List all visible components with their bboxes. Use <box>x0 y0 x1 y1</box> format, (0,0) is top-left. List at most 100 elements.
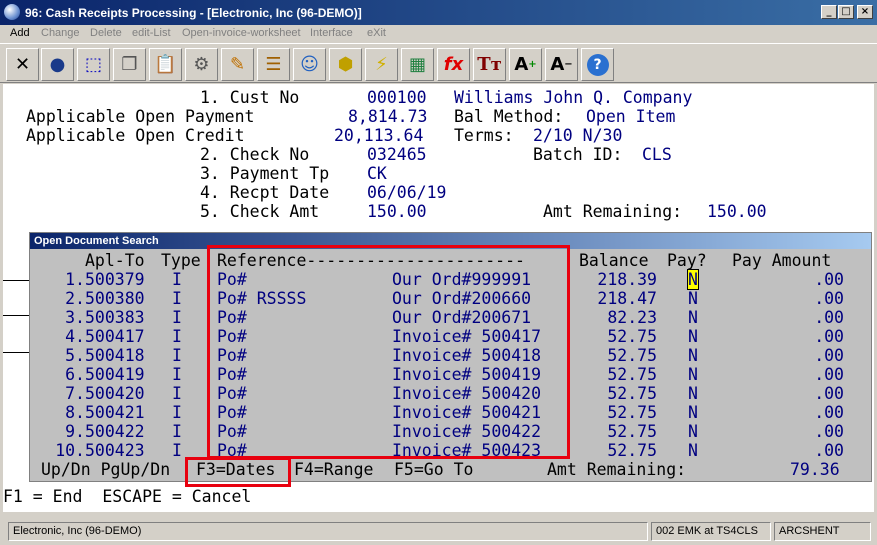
row-pay[interactable]: N <box>688 308 698 327</box>
function-icon[interactable]: fx <box>437 48 470 81</box>
status-user: 002 EMK at TS4CLS <box>651 522 771 541</box>
row-balance: 218.47 <box>597 289 657 308</box>
maximize-button[interactable]: □ <box>838 5 854 19</box>
menu-change[interactable]: Change <box>41 27 80 39</box>
row-num: 7. <box>65 384 85 403</box>
check-amt-value[interactable]: 150.00 <box>367 202 427 221</box>
tag-icon[interactable]: ⬢ <box>329 48 362 81</box>
cust-no-label: 1. Cust No <box>200 88 300 107</box>
function-keys-hint: F1 = End ESCAPE = Cancel <box>3 487 252 506</box>
row-num: 6. <box>65 365 85 384</box>
terms-value: 2/10 N/30 <box>533 126 623 145</box>
recpt-date-value[interactable]: 06/06/19 <box>367 183 446 202</box>
row-payamt: .00 <box>814 422 844 441</box>
row-pay[interactable]: N <box>688 384 698 403</box>
edit-icon[interactable]: ✎ <box>221 48 254 81</box>
row-payamt: .00 <box>814 308 844 327</box>
bal-method-label: Bal Method: <box>454 107 564 126</box>
row-balance: 52.75 <box>607 327 657 346</box>
check-no-value[interactable]: 032465 <box>367 145 427 164</box>
select-icon[interactable]: ⬚ <box>77 48 110 81</box>
menu-delete[interactable]: Delete <box>90 27 122 39</box>
row-balance: 82.23 <box>607 308 657 327</box>
header-balance: Balance <box>579 251 649 270</box>
menu-interface[interactable]: Interface <box>310 27 353 39</box>
check-no-label: 2. Check No <box>200 145 310 164</box>
row-aplto: 500421 <box>85 403 145 422</box>
header-pay-amount: Pay Amount <box>732 251 832 270</box>
row-num: 4. <box>65 327 85 346</box>
open-credit-label: Applicable Open Credit <box>26 126 245 145</box>
worksheet-icon[interactable]: ▦ <box>401 48 434 81</box>
row-balance: 52.75 <box>607 346 657 365</box>
menu-add[interactable]: Add <box>10 27 30 39</box>
row-pay[interactable]: N <box>688 403 698 422</box>
row-pay[interactable]: N <box>688 441 698 460</box>
row-pay[interactable]: N <box>688 346 698 365</box>
lightning-icon[interactable]: ⚡ <box>365 48 398 81</box>
row-aplto: 500422 <box>85 422 145 441</box>
minimize-button[interactable]: _ <box>821 5 837 19</box>
f5-go-to-key[interactable]: F5=Go To <box>394 460 473 479</box>
status-company: Electronic, Inc (96-DEMO) <box>8 522 648 541</box>
help-icon[interactable]: ? <box>581 48 614 81</box>
popup-amt-remaining-label: Amt Remaining: <box>547 460 687 479</box>
cust-no-value[interactable]: 000100 <box>367 88 427 107</box>
row-type: I <box>172 441 182 460</box>
row-num: 2. <box>65 289 85 308</box>
open-credit-value: 20,113.64 <box>334 126 424 145</box>
open-payment-label: Applicable Open Payment <box>26 107 255 126</box>
row-type: I <box>172 422 182 441</box>
paste-icon[interactable]: 📋 <box>149 48 182 81</box>
row-aplto: 500380 <box>85 289 145 308</box>
row-payamt: .00 <box>814 346 844 365</box>
row-num: 8. <box>65 403 85 422</box>
copy-icon[interactable]: ❐ <box>113 48 146 81</box>
font-smaller-icon[interactable]: A − <box>545 48 578 81</box>
open-payment-value: 8,814.73 <box>348 107 428 126</box>
header-type: Type <box>161 251 201 270</box>
font-type-icon[interactable]: Tт <box>473 48 506 81</box>
amt-remaining-value: 150.00 <box>707 202 767 221</box>
close-icon[interactable]: ✕ <box>6 48 39 81</box>
status-server: ARCSHENT <box>774 522 871 541</box>
row-aplto: 500423 <box>85 441 145 460</box>
close-button[interactable]: × <box>857 5 873 19</box>
notes-icon[interactable]: ☰ <box>257 48 290 81</box>
row-type: I <box>172 403 182 422</box>
row-type: I <box>172 289 182 308</box>
status-bar: Electronic, Inc (96-DEMO) 002 EMK at TS4… <box>0 518 877 545</box>
row-payamt: .00 <box>814 384 844 403</box>
row-type: I <box>172 346 182 365</box>
row-pay[interactable]: N <box>688 289 698 308</box>
row-pay[interactable]: N <box>688 327 698 346</box>
menu-open-invoice-worksheet[interactable]: Open-invoice-worksheet <box>182 27 301 39</box>
menu-exit[interactable]: eXit <box>367 27 386 39</box>
row-type: I <box>172 384 182 403</box>
row-payamt: .00 <box>814 270 844 289</box>
menu-edit-list[interactable]: edit-List <box>132 27 171 39</box>
settings-icon[interactable]: ⚙ <box>185 48 218 81</box>
row-balance: 52.75 <box>607 384 657 403</box>
bal-method-value: Open Item <box>586 107 676 126</box>
header-apl-to: Apl-To <box>85 251 145 270</box>
globe-icon[interactable]: ● <box>41 48 74 81</box>
font-larger-icon[interactable]: A + <box>509 48 542 81</box>
popup-amt-remaining-value: 79.36 <box>790 460 840 479</box>
toolbar: ✕ ● ⬚ ❐ 📋 ⚙ ✎ ☰ ☺ ⬢ ⚡ ▦ fx Tт A + A − ? <box>0 43 877 83</box>
payment-tp-value[interactable]: CK <box>367 164 387 183</box>
app-icon <box>4 4 20 20</box>
row-pay[interactable]: N <box>688 422 698 441</box>
row-type: I <box>172 270 182 289</box>
row-num: 1. <box>65 270 85 289</box>
row-balance: 218.39 <box>597 270 657 289</box>
row-payamt: .00 <box>814 403 844 422</box>
header-pay: Pay? <box>667 251 707 270</box>
users-icon[interactable]: ☺ <box>293 48 326 81</box>
row-payamt: .00 <box>814 289 844 308</box>
f4-range-key[interactable]: F4=Range <box>294 460 373 479</box>
row-payamt: .00 <box>814 365 844 384</box>
row-pay[interactable]: N <box>688 365 698 384</box>
row-pay[interactable]: N <box>687 269 699 290</box>
customer-name: Williams John Q. Company <box>454 88 693 107</box>
